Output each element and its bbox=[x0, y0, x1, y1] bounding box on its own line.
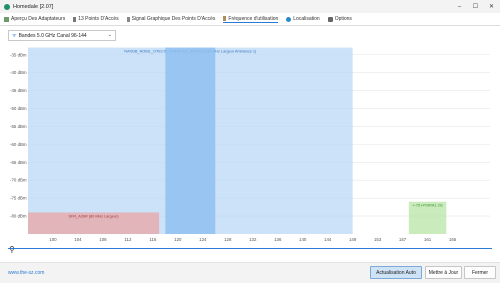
y-tick-label: -60 dBm bbox=[10, 142, 27, 147]
x-tick-label: 116 bbox=[149, 237, 157, 242]
tab-label: Options bbox=[334, 16, 352, 22]
frequency-chart: RAXDB_ROBIL_OTECIS_RODSTER_BOWFI (160 MH… bbox=[8, 42, 492, 244]
zoom-icon[interactable]: ⚲ bbox=[9, 245, 15, 254]
x-tick-label: 100 bbox=[49, 237, 57, 242]
x-tick-label: 144 bbox=[324, 237, 332, 242]
x-tick-label: 124 bbox=[199, 237, 207, 242]
y-tick-label: -70 dBm bbox=[10, 178, 27, 183]
y-tick-label: -75 dBm bbox=[10, 196, 27, 201]
y-tick-label: -80 dBm bbox=[10, 214, 27, 219]
tab-options[interactable]: Options bbox=[327, 16, 352, 22]
location-icon bbox=[286, 16, 292, 22]
network-label: +-75 HYDRA1 2G bbox=[412, 204, 442, 208]
app-icon bbox=[4, 3, 10, 10]
chart-scrollbar[interactable] bbox=[8, 248, 492, 249]
network-area bbox=[165, 47, 216, 235]
x-tick-label: 132 bbox=[249, 237, 257, 242]
website-link[interactable]: www.the-sz.com bbox=[8, 270, 44, 276]
y-tick-label: -50 dBm bbox=[10, 106, 27, 111]
options-icon bbox=[327, 16, 333, 22]
close-button[interactable]: Fermer bbox=[464, 266, 496, 279]
update-now-button[interactable]: Mettre à Jour bbox=[425, 266, 462, 279]
y-tick-label: -65 dBm bbox=[10, 160, 27, 165]
tab-label: Fréquence d'utilisation bbox=[228, 15, 279, 22]
wifi-icon: ᯤ bbox=[12, 32, 17, 39]
adapter-icon bbox=[4, 16, 9, 22]
tab-label: Localisation bbox=[293, 16, 320, 22]
minimize-icon[interactable]: – bbox=[452, 0, 467, 13]
frequency-chart-svg: RAXDB_ROBIL_OTECIS_RODSTER_BOWFI (160 MH… bbox=[8, 42, 492, 244]
title-bar: Homedale [2.07] – ☐ ✕ bbox=[0, 0, 500, 13]
chevron-down-icon: ⌄ bbox=[107, 32, 112, 38]
x-tick-label: 165 bbox=[449, 237, 457, 242]
signal-graph-icon bbox=[126, 16, 130, 22]
y-tick-label: -40 dBm bbox=[10, 70, 27, 75]
access-points-icon bbox=[73, 16, 77, 22]
tab-signal-graph[interactable]: Signal Graphique Des Points D'Accès bbox=[126, 16, 216, 22]
close-icon[interactable]: ✕ bbox=[484, 0, 499, 13]
x-tick-label: 140 bbox=[299, 237, 307, 242]
x-tick-label: 128 bbox=[224, 237, 232, 242]
tab-location[interactable]: Localisation bbox=[286, 16, 320, 22]
window-title: Homedale [2.07] bbox=[13, 3, 54, 10]
y-tick-label: -45 dBm bbox=[10, 88, 27, 93]
footer: www.the-sz.com Actualisation Auto Mettre… bbox=[0, 262, 500, 283]
network-label: SFR_A39R (80 MHz Largeur) bbox=[69, 214, 120, 218]
band-select[interactable]: ᯤ Bandes 5.0 GHz Canal 96-144 ⌄ bbox=[8, 30, 116, 41]
x-tick-label: 120 bbox=[174, 237, 182, 242]
tab-adapters[interactable]: Aperçu Des Adaptateurs bbox=[4, 16, 65, 22]
frequency-icon bbox=[223, 16, 227, 21]
band-select-value: Bandes 5.0 GHz Canal 96-144 bbox=[18, 32, 87, 39]
y-tick-label: -55 dBm bbox=[10, 124, 27, 129]
tab-divider bbox=[0, 25, 500, 26]
tab-label: 13 Points D'Accès bbox=[78, 16, 119, 22]
x-tick-label: 112 bbox=[124, 237, 132, 242]
maximize-icon[interactable]: ☐ bbox=[468, 0, 483, 13]
tab-label: Aperçu Des Adaptateurs bbox=[11, 16, 66, 22]
x-tick-label: 161 bbox=[424, 237, 432, 242]
x-tick-label: 157 bbox=[399, 237, 407, 242]
x-tick-label: 153 bbox=[374, 237, 382, 242]
x-tick-label: 149 bbox=[349, 237, 357, 242]
tab-access-points[interactable]: 13 Points D'Accès bbox=[73, 16, 119, 22]
tab-frequency[interactable]: Fréquence d'utilisation bbox=[223, 15, 279, 23]
tab-label: Signal Graphique Des Points D'Accès bbox=[131, 16, 216, 22]
x-tick-label: 104 bbox=[74, 237, 82, 242]
x-tick-label: 108 bbox=[99, 237, 107, 242]
tab-bar: Aperçu Des Adaptateurs 13 Points D'Accès… bbox=[0, 14, 500, 24]
y-tick-label: -35 dBm bbox=[10, 52, 27, 57]
x-tick-label: 136 bbox=[274, 237, 282, 242]
auto-update-button[interactable]: Actualisation Auto bbox=[370, 266, 422, 279]
